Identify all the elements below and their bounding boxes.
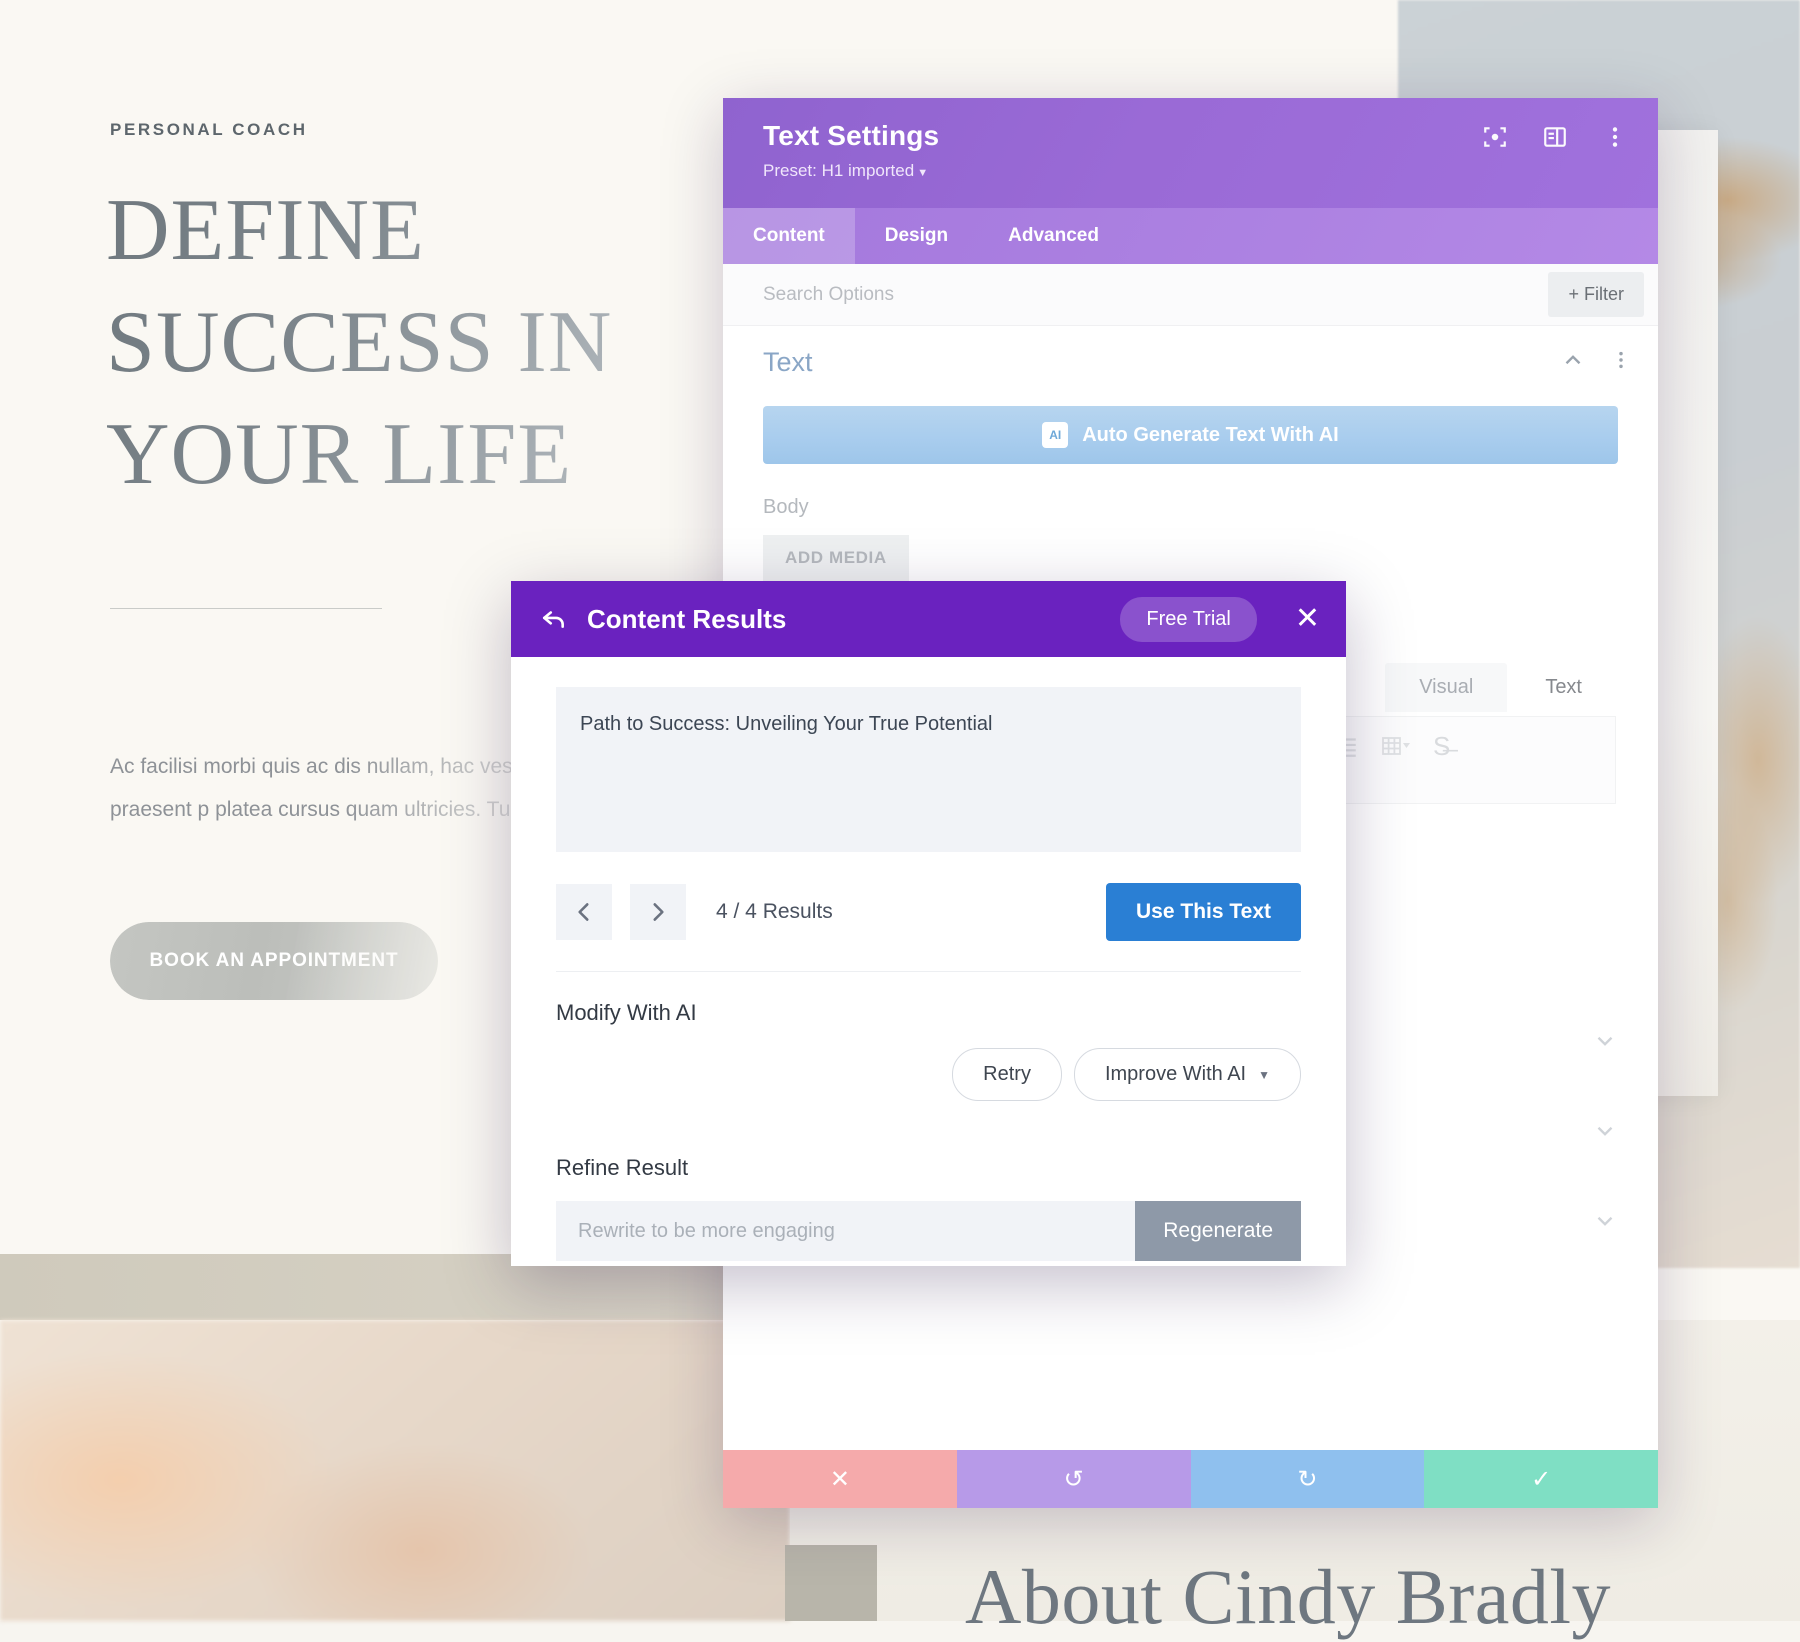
modify-with-ai-label: Modify With AI <box>556 972 1301 1026</box>
body-field-label: Body <box>763 496 1658 519</box>
filter-button-label: Filter <box>1584 284 1624 304</box>
retry-button[interactable]: Retry <box>952 1048 1062 1101</box>
chevron-down-icon <box>1592 1118 1618 1149</box>
tab-advanced[interactable]: Advanced <box>978 208 1129 264</box>
editor-tab-visual[interactable]: Visual <box>1385 663 1507 712</box>
content-results-header: Content Results Free Trial ✕ <box>511 581 1346 657</box>
cancel-button[interactable]: ✕ <box>723 1450 957 1508</box>
result-textarea[interactable]: Path to Success: Unveiling Your True Pot… <box>556 687 1301 852</box>
content-results-modal: Content Results Free Trial ✕ Path to Suc… <box>511 581 1346 1266</box>
panel-tabs: Content Design Advanced <box>723 208 1658 264</box>
chevron-down-icon: ▼ <box>1258 1068 1270 1082</box>
about-section-title: About Cindy Bradly <box>965 1552 1611 1642</box>
back-arrow-icon[interactable] <box>541 606 567 632</box>
chevron-down-icon: ▼ <box>917 167 928 179</box>
add-filter-button[interactable]: + Filter <box>1548 272 1644 317</box>
editor-tab-text[interactable]: Text <box>1511 663 1616 712</box>
panel-header-icons <box>1482 124 1628 150</box>
free-trial-badge[interactable]: Free Trial <box>1120 597 1256 642</box>
chevron-down-icon <box>1592 1208 1618 1239</box>
undo-button[interactable]: ↺ <box>957 1450 1191 1508</box>
table-dropdown-icon[interactable] <box>1381 733 1411 764</box>
content-results-title: Content Results <box>587 604 1100 635</box>
results-navigation-row: 4 / 4 Results Use This Text <box>556 857 1301 972</box>
strikethrough-icon[interactable]: S̶ <box>1433 733 1450 759</box>
auto-generate-text-button[interactable]: AI Auto Generate Text With AI <box>763 406 1618 464</box>
improve-with-ai-button[interactable]: Improve With AI ▼ <box>1074 1048 1301 1101</box>
layout-panel-icon[interactable] <box>1542 124 1568 150</box>
save-button[interactable]: ✓ <box>1424 1450 1658 1508</box>
section-vertical-dots-icon[interactable] <box>1610 349 1632 376</box>
text-section-header: Text <box>723 326 1658 398</box>
hero-title: DEFINE SUCCESS IN YOUR LIFE <box>106 175 726 510</box>
panel-footer-actions: ✕ ↺ ↻ ✓ <box>723 1450 1658 1508</box>
panel-preset-label: Preset: H1 imported <box>763 161 914 180</box>
tab-design[interactable]: Design <box>855 208 978 264</box>
add-media-button[interactable]: ADD MEDIA <box>763 535 909 581</box>
retry-label: Retry <box>983 1063 1031 1086</box>
results-count-label: 4 / 4 Results <box>716 900 1088 924</box>
refine-result-row: Regenerate <box>556 1181 1301 1261</box>
panel-preset-selector[interactable]: Preset: H1 imported▼ <box>763 161 1632 181</box>
improve-with-ai-label: Improve With AI <box>1105 1063 1246 1086</box>
regenerate-button[interactable]: Regenerate <box>1135 1201 1301 1261</box>
settings-panel-header: Text Settings Preset: H1 imported▼ <box>723 98 1658 208</box>
refine-input[interactable] <box>556 1201 1135 1261</box>
book-appointment-button[interactable]: BOOK AN APPOINTMENT <box>110 922 438 1000</box>
redo-button[interactable]: ↻ <box>1191 1450 1425 1508</box>
ai-badge-icon: AI <box>1042 422 1068 448</box>
next-result-button[interactable] <box>630 884 686 940</box>
text-section-controls <box>1560 347 1632 378</box>
focus-target-icon[interactable] <box>1482 124 1508 150</box>
use-this-text-button[interactable]: Use This Text <box>1106 883 1301 941</box>
hero-divider <box>110 608 382 609</box>
decorative-bottom-photo <box>0 1320 790 1621</box>
vertical-dots-icon[interactable] <box>1602 124 1628 150</box>
tab-content[interactable]: Content <box>723 208 855 264</box>
modify-with-ai-actions: Retry Improve With AI ▼ <box>556 1026 1301 1127</box>
text-section-title: Text <box>763 347 813 378</box>
content-results-body: Path to Success: Unveiling Your True Pot… <box>511 657 1346 1261</box>
chevron-up-icon[interactable] <box>1560 347 1586 378</box>
background-swatch <box>785 1545 877 1621</box>
hero-eyebrow: PERSONAL COACH <box>110 120 308 140</box>
refine-result-label: Refine Result <box>556 1127 1301 1181</box>
auto-generate-label: Auto Generate Text With AI <box>1082 424 1339 447</box>
chevron-down-icon <box>1592 1028 1618 1059</box>
previous-result-button[interactable] <box>556 884 612 940</box>
search-input[interactable] <box>763 284 1323 306</box>
search-options-bar: + Filter <box>723 264 1658 326</box>
editor-mode-tabs: Visual Text <box>1385 663 1616 712</box>
close-icon[interactable]: ✕ <box>1295 604 1320 634</box>
